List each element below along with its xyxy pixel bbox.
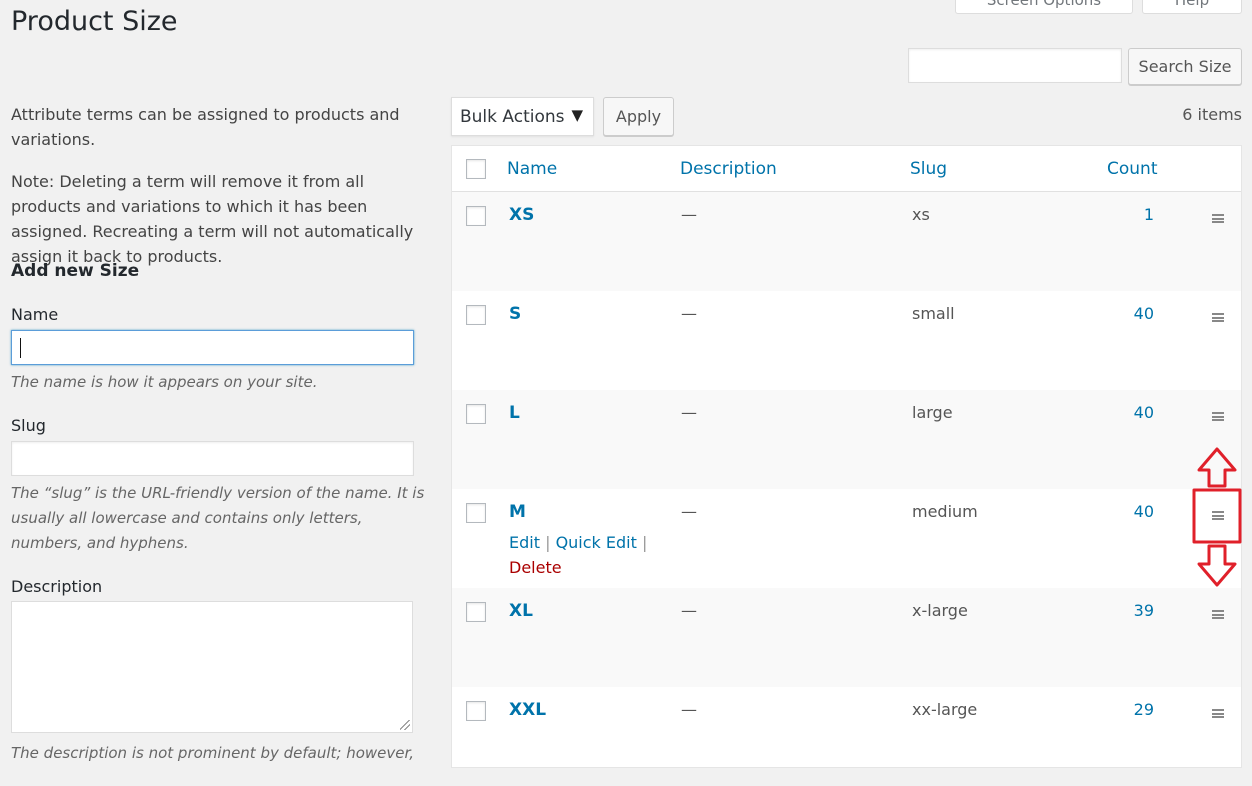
- term-name-link[interactable]: XS: [509, 205, 534, 225]
- term-slug: xs: [912, 205, 930, 224]
- term-slug: medium: [912, 502, 978, 521]
- add-new-heading: Add new Size: [11, 261, 140, 281]
- delete-link[interactable]: Delete: [509, 558, 562, 577]
- term-description: —: [681, 502, 697, 521]
- table-row: XL — x-large 39: [452, 588, 1241, 687]
- drag-handle-icon[interactable]: [1212, 313, 1224, 322]
- name-help: The name is how it appears on your site.: [11, 373, 318, 391]
- slug-label: Slug: [11, 416, 46, 435]
- term-count-link[interactable]: 1: [1094, 205, 1154, 224]
- description-help: The description is not prominent by defa…: [11, 744, 415, 762]
- resize-grip-icon[interactable]: [400, 720, 410, 730]
- row-checkbox[interactable]: [466, 305, 486, 325]
- drag-handle-icon[interactable]: [1212, 511, 1224, 520]
- screen-options-tab[interactable]: Screen Options: [955, 0, 1133, 14]
- row-checkbox[interactable]: [466, 404, 486, 424]
- row-checkbox[interactable]: [466, 602, 486, 622]
- slug-help: The “slug” is the URL-friendly version o…: [11, 484, 425, 552]
- search-size-button[interactable]: Search Size: [1128, 48, 1242, 85]
- row-checkbox[interactable]: [466, 701, 486, 721]
- table-header: Name Description Slug Count: [452, 146, 1241, 192]
- text-caret: [20, 338, 21, 358]
- help-tab[interactable]: Help: [1142, 0, 1242, 14]
- drag-handle-icon[interactable]: [1212, 709, 1224, 718]
- bulk-actions-selected: Bulk Actions: [460, 106, 565, 127]
- bulk-actions-select[interactable]: Bulk Actions ▼: [451, 97, 594, 136]
- action-separator: |: [545, 533, 551, 552]
- table-row: M Edit | Quick Edit | Delete — medium 40: [452, 489, 1241, 588]
- items-count: 6 items: [1182, 105, 1242, 124]
- term-name-link[interactable]: XL: [509, 601, 533, 621]
- term-name-link[interactable]: S: [509, 304, 521, 324]
- description-label: Description: [11, 577, 103, 596]
- dropdown-arrow-icon: ▼: [571, 106, 583, 124]
- term-count-link[interactable]: 40: [1094, 304, 1154, 323]
- term-slug: small: [912, 304, 955, 323]
- drag-handle-icon[interactable]: [1212, 214, 1224, 223]
- intro-text: Attribute terms can be assigned to produ…: [11, 105, 400, 149]
- drag-handle-icon[interactable]: [1212, 610, 1224, 619]
- column-count[interactable]: Count: [1107, 159, 1158, 179]
- term-slug: large: [912, 403, 953, 422]
- row-checkbox[interactable]: [466, 503, 486, 523]
- table-row: S — small 40: [452, 291, 1241, 390]
- table-row: L — large 40: [452, 390, 1241, 489]
- term-count-link[interactable]: 39: [1094, 601, 1154, 620]
- column-description[interactable]: Description: [680, 159, 777, 179]
- action-separator: |: [641, 533, 648, 552]
- row-actions: Edit | Quick Edit | Delete: [509, 530, 649, 580]
- term-description: —: [681, 403, 697, 422]
- term-description: —: [681, 601, 697, 620]
- slug-input[interactable]: [11, 441, 414, 476]
- name-input[interactable]: [11, 330, 414, 365]
- row-checkbox[interactable]: [466, 206, 486, 226]
- page-title: Product Size: [11, 6, 178, 37]
- drag-handle-icon[interactable]: [1212, 412, 1224, 421]
- term-count-link[interactable]: 29: [1094, 700, 1154, 719]
- apply-button[interactable]: Apply: [603, 97, 674, 136]
- column-name[interactable]: Name: [507, 159, 557, 179]
- term-name-link[interactable]: M: [509, 502, 526, 522]
- edit-link[interactable]: Edit: [509, 533, 540, 552]
- term-description: —: [681, 205, 697, 224]
- term-slug: x-large: [912, 601, 968, 620]
- name-label: Name: [11, 305, 59, 324]
- term-slug: xx-large: [912, 700, 978, 719]
- term-description: —: [681, 304, 697, 323]
- term-count-link[interactable]: 40: [1094, 502, 1154, 521]
- term-name-link[interactable]: L: [509, 403, 520, 423]
- description-textarea[interactable]: [11, 601, 413, 733]
- note-text: Note: Deleting a term will remove it fro…: [11, 172, 414, 266]
- table-row: XXL — xx-large 29: [452, 687, 1241, 786]
- search-input[interactable]: [908, 48, 1122, 83]
- term-name-link[interactable]: XXL: [509, 700, 546, 720]
- term-description: —: [681, 700, 697, 719]
- terms-table: Name Description Slug Count XS — xs 1 S …: [451, 145, 1242, 768]
- term-count-link[interactable]: 40: [1094, 403, 1154, 422]
- column-slug[interactable]: Slug: [910, 159, 947, 179]
- select-all-checkbox[interactable]: [466, 159, 486, 179]
- table-row: XS — xs 1: [452, 192, 1241, 291]
- quick-edit-link[interactable]: Quick Edit: [556, 533, 637, 552]
